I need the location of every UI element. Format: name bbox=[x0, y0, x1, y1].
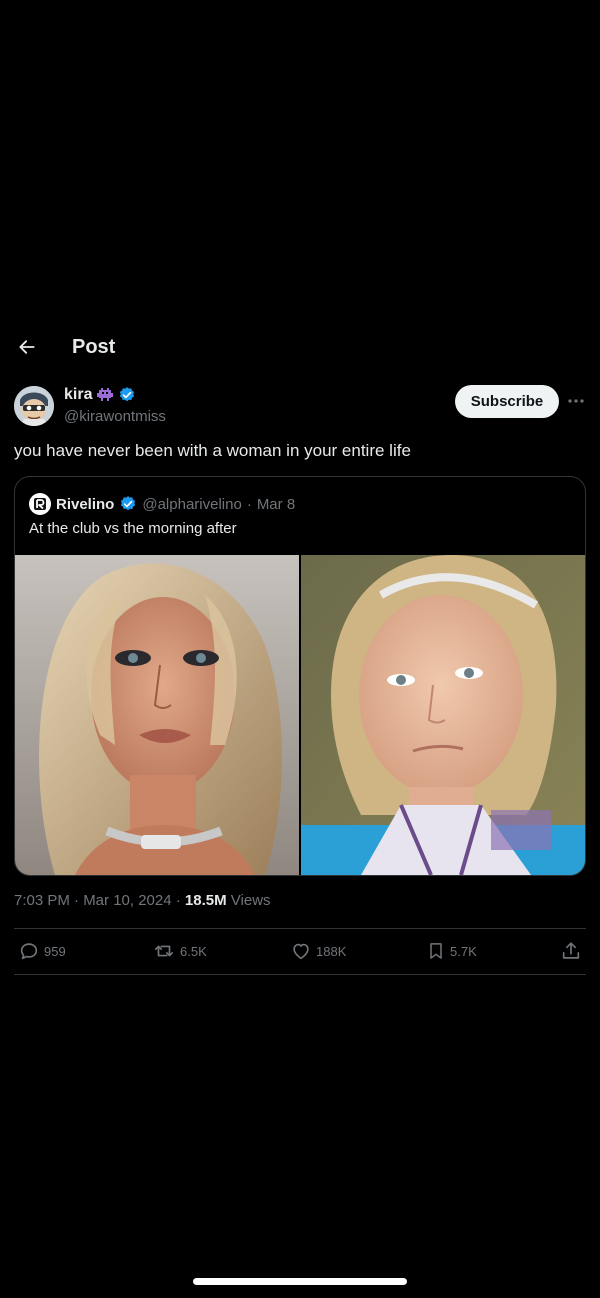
back-button[interactable] bbox=[14, 334, 40, 360]
repost-count: 6.5K bbox=[180, 943, 207, 959]
repost-icon bbox=[154, 945, 174, 957]
post-timestamp[interactable]: 7:03 PM · Mar 10, 2024 · bbox=[14, 892, 185, 909]
separator-dot: · bbox=[246, 495, 252, 513]
author-name[interactable]: kira bbox=[64, 386, 92, 404]
quote-media-grid bbox=[15, 555, 585, 875]
avatar-image bbox=[14, 386, 54, 426]
reply-count: 959 bbox=[44, 943, 66, 959]
page-title: Post bbox=[72, 336, 116, 358]
reply-button[interactable]: 959 bbox=[18, 940, 66, 962]
photo-right[interactable] bbox=[301, 555, 585, 875]
quote-text: At the club vs the morning after bbox=[29, 520, 237, 537]
home-indicator[interactable] bbox=[193, 1278, 407, 1285]
more-button[interactable] bbox=[566, 390, 586, 412]
alien-badge-icon bbox=[97, 388, 114, 401]
like-button[interactable]: 188K bbox=[290, 940, 346, 962]
post-screen: Post kira @kirawontmiss Subscribe you ha… bbox=[0, 0, 600, 1298]
bookmark-button[interactable]: 5.7K bbox=[426, 940, 477, 962]
quoted-post[interactable]: Rivelino @alpharivelino · Mar 8 At the c… bbox=[14, 476, 586, 876]
quote-avatar[interactable] bbox=[29, 493, 51, 515]
action-bar: 959 6.5K 188K 5.7K bbox=[0, 940, 600, 968]
heart-icon bbox=[293, 943, 309, 960]
natural-portrait-image bbox=[301, 555, 585, 875]
share-icon bbox=[562, 942, 580, 959]
verified-badge-icon bbox=[121, 496, 136, 511]
post-text: you have never been with a woman in your… bbox=[14, 441, 411, 460]
reply-icon bbox=[20, 943, 38, 960]
repost-button[interactable]: 6.5K bbox=[152, 940, 207, 962]
quote-author-name[interactable]: Rivelino bbox=[56, 496, 114, 513]
views-label: Views bbox=[226, 892, 271, 909]
avatar[interactable] bbox=[14, 386, 54, 426]
author-handle[interactable]: @kirawontmiss bbox=[64, 408, 166, 425]
divider bbox=[14, 974, 586, 975]
quote-author-row: Rivelino @alpharivelino · Mar 8 bbox=[29, 493, 295, 515]
author-name-row[interactable]: kira bbox=[64, 386, 136, 404]
top-bar: Post bbox=[0, 330, 600, 366]
more-horizontal-icon bbox=[568, 399, 584, 403]
bookmark-count: 5.7K bbox=[450, 943, 477, 959]
divider bbox=[14, 928, 586, 929]
verified-badge-icon bbox=[120, 387, 135, 402]
rivelino-logo-icon bbox=[34, 498, 46, 510]
like-count: 188K bbox=[316, 943, 347, 959]
bookmark-icon bbox=[430, 943, 442, 959]
views-count: 18.5M bbox=[184, 892, 227, 909]
glam-portrait-image bbox=[15, 555, 299, 875]
photo-left[interactable] bbox=[15, 555, 299, 875]
subscribe-button[interactable]: Subscribe bbox=[455, 385, 559, 418]
share-button[interactable] bbox=[560, 940, 582, 962]
arrow-left-icon bbox=[19, 340, 35, 354]
quote-date[interactable]: Mar 8 bbox=[257, 496, 295, 513]
post-meta: 7:03 PM · Mar 10, 2024 · 18.5M Views bbox=[14, 892, 271, 909]
quote-author-handle[interactable]: @alpharivelino bbox=[142, 496, 241, 513]
